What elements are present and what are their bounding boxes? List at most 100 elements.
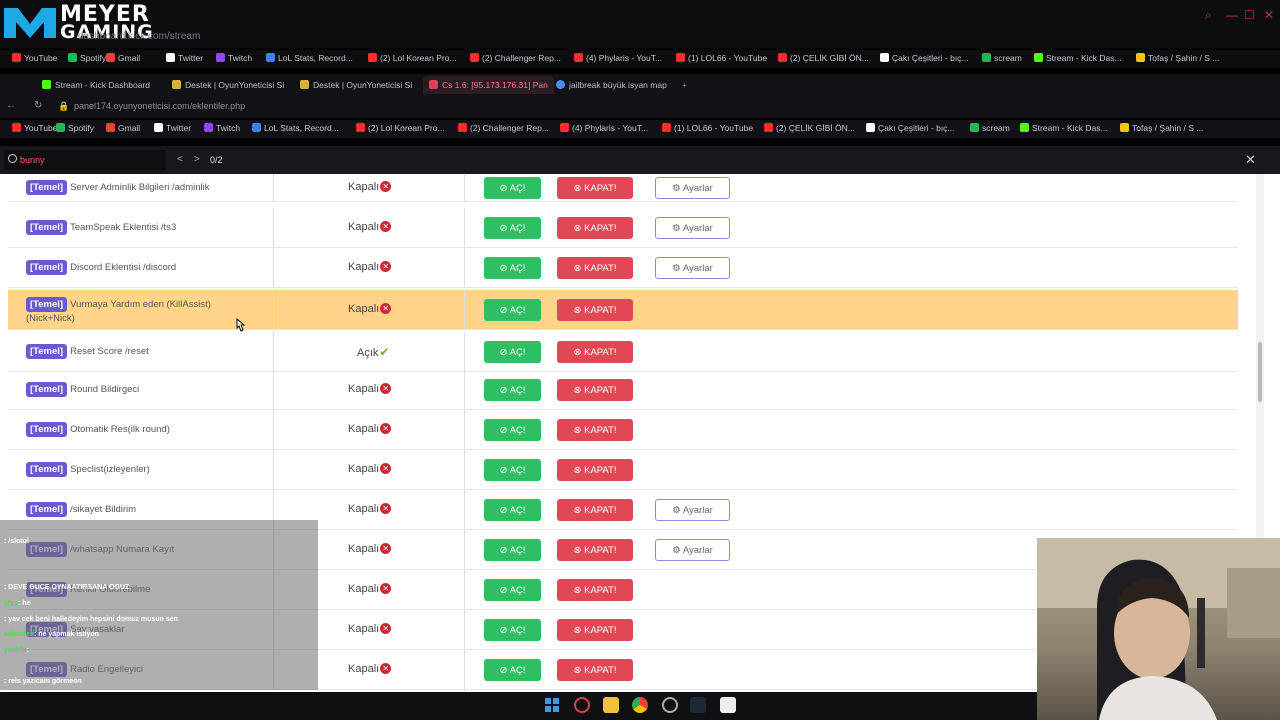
tab-cs-panel[interactable]: Cs 1.6: [95.173.176.31] Pan xyxy=(423,76,554,94)
check-icon: ✔ xyxy=(379,345,390,359)
bookmark-item[interactable]: Spotify xyxy=(56,123,94,133)
bookmark-item[interactable]: Twitch xyxy=(204,123,240,133)
plugin-settings-button[interactable]: ⚙ Ayarlar xyxy=(655,257,730,279)
maximize-icon[interactable]: ☐ xyxy=(1244,8,1255,22)
lolstats-icon xyxy=(266,53,275,62)
tab-destek-2[interactable]: Destek | OyunYoneticisi Si xyxy=(294,76,418,94)
enable-plugin-button[interactable]: ⊘ AÇ! xyxy=(484,459,541,481)
enable-plugin-button[interactable]: ⊘ AÇ! xyxy=(484,619,541,641)
plugin-settings-button[interactable]: ⚙ Ayarlar xyxy=(655,217,730,239)
plugin-settings-button[interactable]: ⚙ Ayarlar xyxy=(655,539,730,561)
bookmark-item[interactable]: (2) ÇELİK GİBİ ÖN... xyxy=(778,53,869,63)
minimize-icon[interactable]: — xyxy=(1226,8,1238,22)
enable-plugin-button[interactable]: ⊘ AÇ! xyxy=(484,177,541,199)
disable-plugin-button[interactable]: ⊗ KAPAT! xyxy=(557,379,633,401)
check-circle-icon: ⊘ xyxy=(499,346,510,358)
bookmark-item[interactable]: scream xyxy=(970,123,1010,133)
bookmark-item[interactable]: (2) Lol Korean Pro... xyxy=(368,53,457,63)
obs-icon[interactable] xyxy=(662,697,678,713)
scrollbar-thumb[interactable] xyxy=(1258,342,1262,402)
bookmark-item[interactable]: (1) LOL66 - YouTube xyxy=(662,123,753,133)
bookmark-item[interactable]: Twitch xyxy=(216,53,252,63)
bookmark-item[interactable]: LoL Stats, Record... xyxy=(252,123,339,133)
enable-plugin-button[interactable]: ⊘ AÇ! xyxy=(484,341,541,363)
bookmark-item[interactable]: YouTube xyxy=(12,123,57,133)
bookmark-item[interactable]: Stream - Kick Das... xyxy=(1034,53,1122,63)
disable-plugin-button[interactable]: ⊗ KAPAT! xyxy=(557,217,633,239)
bookmark-item[interactable]: scream xyxy=(982,53,1022,63)
x-circle-icon: ⊗ xyxy=(573,584,585,596)
enable-plugin-button[interactable]: ⊘ AÇ! xyxy=(484,299,541,321)
disable-plugin-button[interactable]: ⊗ KAPAT! xyxy=(557,579,633,601)
plugin-settings-button[interactable]: ⚙ Ayarlar xyxy=(655,177,730,199)
bookmark-item[interactable]: YouTube xyxy=(12,53,57,63)
disable-plugin-button[interactable]: ⊗ KAPAT! xyxy=(557,177,633,199)
x-circle-icon: ✕ xyxy=(380,463,392,474)
bookmark-item[interactable]: (4) Phylaris - YouT... xyxy=(560,123,648,133)
enable-plugin-button[interactable]: ⊘ AÇ! xyxy=(484,419,541,441)
steam-icon[interactable] xyxy=(690,697,706,713)
new-tab-button[interactable]: + xyxy=(676,76,693,94)
bookmark-item[interactable]: Tofaş / Şahin / S ... xyxy=(1136,53,1219,63)
enable-plugin-button[interactable]: ⊘ AÇ! xyxy=(484,499,541,521)
enable-plugin-button[interactable]: ⊘ AÇ! xyxy=(484,379,541,401)
reload-icon[interactable]: ↻ xyxy=(34,100,42,111)
disable-plugin-button[interactable]: ⊗ KAPAT! xyxy=(557,659,633,681)
table-row: [Temel] TeamSpeak Eklentisi /ts3 Kapalı ✕ ⊘ … xyxy=(8,208,1238,248)
file-explorer-icon[interactable] xyxy=(603,697,619,713)
bookmark-item[interactable]: (2) ÇELİK GİBİ ÖN... xyxy=(764,123,855,133)
bookmark-item[interactable]: Tofaş / Şahin / S ... xyxy=(1120,123,1203,133)
search-icon[interactable]: ⌕ xyxy=(1205,8,1212,23)
bookmark-item[interactable]: Stream - Kick Das... xyxy=(1020,123,1108,133)
find-input[interactable] xyxy=(4,150,166,170)
disable-plugin-button[interactable]: ⊗ KAPAT! xyxy=(557,341,633,363)
outer-address-url[interactable]: dashboard.kick.com/stream xyxy=(78,31,200,42)
enable-plugin-button[interactable]: ⊘ AÇ! xyxy=(484,539,541,561)
disable-plugin-button[interactable]: ⊗ KAPAT! xyxy=(557,419,633,441)
chrome-icon[interactable] xyxy=(632,697,648,713)
bookmark-item[interactable]: (2) Challenger Rep... xyxy=(470,53,561,63)
tab-kick-dashboard[interactable]: Stream - Kick Dashboard xyxy=(36,76,156,94)
close-icon[interactable]: ✕ xyxy=(1264,8,1274,22)
address-url[interactable]: panel174.oyunyoneticisi.com/eklentiler.p… xyxy=(74,101,245,111)
plugin-settings-button[interactable]: ⚙ Ayarlar xyxy=(655,499,730,521)
tab-jailbreak[interactable]: jailbreak büyük isyan map xyxy=(550,76,673,94)
find-match-count: 0/2 xyxy=(210,155,223,165)
windows-start-icon[interactable] xyxy=(544,697,560,713)
bookmark-item[interactable]: Twitter xyxy=(154,123,191,133)
bookmark-item[interactable]: (4) Phylaris - YouT... xyxy=(574,53,662,63)
app-icon[interactable] xyxy=(720,697,736,713)
find-prev-icon[interactable]: < xyxy=(177,154,183,165)
bookmark-item[interactable]: Çakı Çeşitleri - bıç... xyxy=(880,53,969,63)
opera-icon[interactable] xyxy=(574,697,590,713)
bookmark-item[interactable]: Twitter xyxy=(166,53,203,63)
plugin-name: [Temel]/sikayet Bildirim xyxy=(26,502,251,517)
bookmark-item[interactable]: (2) Lol Korean Pro... xyxy=(356,123,445,133)
bookmark-item[interactable]: Çakı Çeşitleri - bıç... xyxy=(866,123,955,133)
bookmark-item[interactable]: (2) Challenger Rep... xyxy=(458,123,549,133)
enable-plugin-button[interactable]: ⊘ AÇ! xyxy=(484,257,541,279)
disable-plugin-button[interactable]: ⊗ KAPAT! xyxy=(557,299,633,321)
column-divider xyxy=(273,208,274,247)
bookmark-item[interactable]: LoL Stats, Record... xyxy=(266,53,353,63)
check-circle-icon: ⊘ xyxy=(499,262,510,274)
tab-destek-1[interactable]: Destek | OyunYoneticisi Si xyxy=(166,76,290,94)
close-icon[interactable]: ✕ xyxy=(1245,152,1256,168)
disable-plugin-button[interactable]: ⊗ KAPAT! xyxy=(557,499,633,521)
disable-plugin-button[interactable]: ⊗ KAPAT! xyxy=(557,539,633,561)
disable-plugin-button[interactable]: ⊗ KAPAT! xyxy=(557,459,633,481)
find-next-icon[interactable]: > xyxy=(194,154,200,165)
bookmark-item[interactable]: Spotify xyxy=(68,53,106,63)
enable-plugin-button[interactable]: ⊘ AÇ! xyxy=(484,217,541,239)
bookmark-item[interactable]: Gmail xyxy=(106,123,140,133)
enable-plugin-button[interactable]: ⊘ AÇ! xyxy=(484,579,541,601)
disable-plugin-button[interactable]: ⊗ KAPAT! xyxy=(557,257,633,279)
bookmark-item[interactable]: Gmail xyxy=(106,53,140,63)
table-row: [Temel] Server Adminlik Bilgileri /adminl… xyxy=(8,174,1238,202)
disable-plugin-button[interactable]: ⊗ KAPAT! xyxy=(557,619,633,641)
enable-plugin-button[interactable]: ⊘ AÇ! xyxy=(484,659,541,681)
back-icon[interactable]: ← xyxy=(6,100,16,111)
bookmark-item[interactable]: (1) LOL66 - YouTube xyxy=(676,53,767,63)
column-divider xyxy=(273,410,274,449)
kick-icon xyxy=(1034,53,1043,62)
